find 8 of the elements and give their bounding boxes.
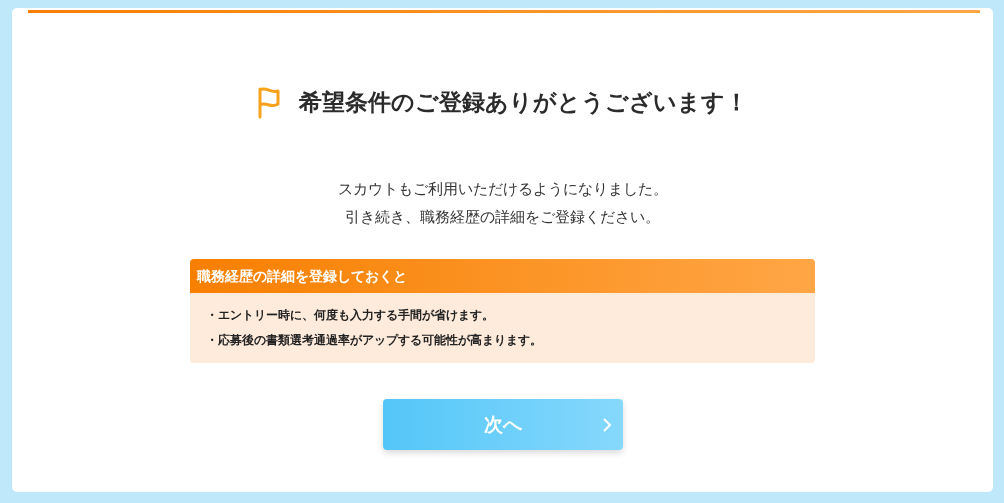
benefit-text: ・エントリー時に、何度も入力する手間が省けます。: [206, 307, 495, 324]
message-text: スカウトもご利用いただけるようになりました。: [337, 179, 668, 200]
chevron-icon: [602, 418, 611, 432]
page-title: 希望条件のご登録ありがとうございます！: [299, 87, 748, 117]
benefit-text: ・応募後の書類選考通過率がアップする可能性が高まります。: [206, 332, 543, 349]
message-text: 引き続き、職務経歴の詳細をご登録ください。: [344, 207, 661, 228]
next-button[interactable]: 次へ: [382, 399, 623, 450]
info-header: 職務経歴の詳細を登録しておくと: [190, 259, 815, 293]
